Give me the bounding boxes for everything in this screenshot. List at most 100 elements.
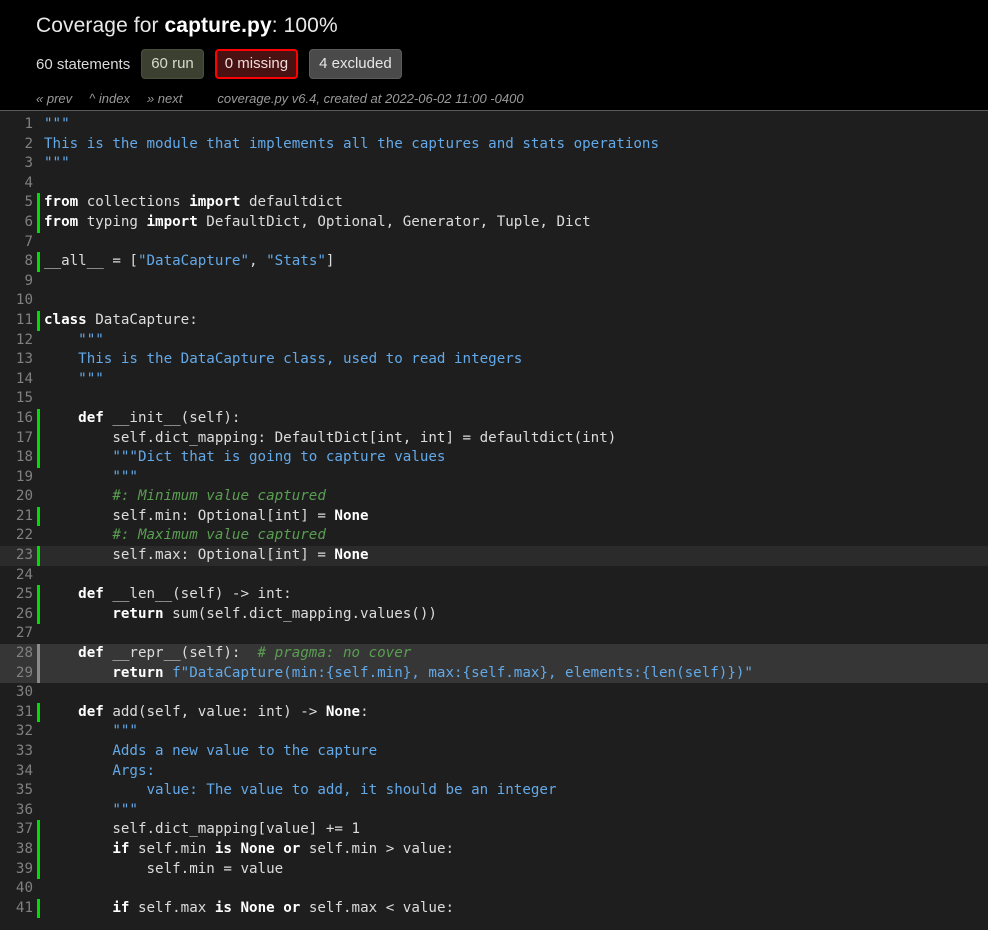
line-number[interactable]: 21 [0, 507, 33, 527]
line-number[interactable]: 32 [0, 722, 33, 742]
source-line[interactable]: 28 def __repr__(self): # pragma: no cove… [0, 644, 988, 664]
source-line[interactable]: 27 [0, 624, 988, 644]
code-token: """ [112, 468, 138, 485]
nav-prev-link[interactable]: « prev [36, 91, 72, 106]
source-line[interactable]: 19 """ [0, 468, 988, 488]
source-line[interactable]: 10 [0, 291, 988, 311]
source-line[interactable]: 22 #: Maximum value captured [0, 526, 988, 546]
source-line[interactable]: 17 self.dict_mapping: DefaultDict[int, i… [0, 428, 988, 449]
source-line[interactable]: 21 self.min: Optional[int] = None [0, 506, 988, 527]
run-badge[interactable]: 60 run [141, 49, 204, 79]
line-number[interactable]: 22 [0, 526, 33, 546]
source-line[interactable]: 38 if self.min is None or self.min > val… [0, 839, 988, 860]
line-number[interactable]: 27 [0, 624, 33, 644]
line-number[interactable]: 39 [0, 860, 33, 880]
source-line[interactable]: 15 [0, 389, 988, 409]
line-number[interactable]: 20 [0, 487, 33, 507]
line-number[interactable]: 29 [0, 664, 33, 684]
line-number[interactable]: 24 [0, 566, 33, 586]
line-number[interactable]: 16 [0, 409, 33, 429]
source-line[interactable]: 24 [0, 566, 988, 586]
line-number[interactable]: 31 [0, 703, 33, 723]
source-line[interactable]: 26 return sum(self.dict_mapping.values()… [0, 604, 988, 625]
source-line[interactable]: 32 """ [0, 722, 988, 742]
source-line[interactable]: 41 if self.max is None or self.max < val… [0, 898, 988, 919]
source-line[interactable]: 25 def __len__(self) -> int: [0, 585, 988, 605]
code-token: from [44, 213, 79, 230]
source-line[interactable]: 30 [0, 683, 988, 703]
nav-next-link[interactable]: » next [147, 91, 182, 106]
line-number[interactable]: 1 [0, 115, 33, 135]
source-line[interactable]: 14 """ [0, 370, 988, 390]
line-number[interactable]: 11 [0, 311, 33, 331]
line-number[interactable]: 36 [0, 801, 33, 821]
source-line[interactable]: 33 Adds a new value to the capture [0, 742, 988, 762]
source-line[interactable]: 35 value: The value to add, it should be… [0, 781, 988, 801]
source-line[interactable]: 18 """Dict that is going to capture valu… [0, 448, 988, 468]
source-line[interactable]: 11 class DataCapture: [0, 310, 988, 331]
excluded-badge[interactable]: 4 excluded [309, 49, 402, 79]
source-line[interactable]: 34 Args: [0, 762, 988, 782]
line-number[interactable]: 26 [0, 605, 33, 625]
line-number[interactable]: 7 [0, 233, 33, 253]
source-line[interactable]: 9 [0, 272, 988, 292]
line-code: """ [40, 468, 988, 488]
line-number[interactable]: 33 [0, 742, 33, 762]
line-number[interactable]: 35 [0, 781, 33, 801]
line-number[interactable]: 12 [0, 331, 33, 351]
line-number[interactable]: 40 [0, 879, 33, 899]
line-number[interactable]: 13 [0, 350, 33, 370]
line-number[interactable]: 15 [0, 389, 33, 409]
source-line[interactable]: 12 """ [0, 331, 988, 351]
code-token: None [325, 703, 361, 720]
source-line[interactable]: 7 [0, 233, 988, 253]
code-token: # pragma: no cover [257, 645, 412, 662]
missing-badge[interactable]: 0 missing [214, 49, 299, 79]
line-number[interactable]: 38 [0, 840, 33, 860]
source-line[interactable]: 40 [0, 879, 988, 899]
line-number[interactable]: 2 [0, 135, 33, 155]
source-line[interactable]: 2 This is the module that implements all … [0, 135, 988, 155]
source-line[interactable]: 4 [0, 174, 988, 194]
line-number[interactable]: 23 [0, 546, 33, 566]
source-line[interactable]: 37 self.dict_mapping[value] += 1 [0, 820, 988, 840]
line-number[interactable]: 18 [0, 448, 33, 468]
source-line[interactable]: 3 """ [0, 154, 988, 174]
line-code: """ [40, 154, 988, 174]
line-number[interactable]: 5 [0, 193, 33, 213]
line-number[interactable]: 30 [0, 683, 33, 703]
line-number[interactable]: 25 [0, 585, 33, 605]
source-line[interactable]: 6 from typing import DefaultDict, Optiona… [0, 212, 988, 233]
line-number[interactable]: 14 [0, 370, 33, 390]
line-number[interactable]: 10 [0, 291, 33, 311]
code-token: def [78, 645, 104, 662]
line-number[interactable]: 19 [0, 468, 33, 488]
line-number[interactable]: 41 [0, 899, 33, 919]
line-number[interactable]: 6 [0, 213, 33, 233]
source-line[interactable]: 1 """ [0, 115, 988, 135]
source-line[interactable]: 20 #: Minimum value captured [0, 487, 988, 507]
source-line[interactable]: 16 def __init__(self): [0, 408, 988, 429]
line-number[interactable]: 37 [0, 820, 33, 840]
source-line[interactable]: 39 self.min = value [0, 859, 988, 880]
source-line[interactable]: 5 from collections import defaultdict [0, 193, 988, 213]
line-number[interactable]: 8 [0, 252, 33, 272]
line-number[interactable]: 9 [0, 272, 33, 292]
line-number[interactable]: 34 [0, 762, 33, 782]
nav-index-link[interactable]: ^ index [89, 91, 130, 106]
source-line[interactable]: 23 self.max: Optional[int] = None [0, 546, 988, 566]
line-number[interactable]: 17 [0, 429, 33, 449]
source-line[interactable]: 13 This is the DataCapture class, used t… [0, 350, 988, 370]
line-number[interactable]: 4 [0, 174, 33, 194]
source-line[interactable]: 36 """ [0, 801, 988, 821]
source-line[interactable]: 8 __all__ = ["DataCapture", "Stats"] [0, 252, 988, 272]
line-number[interactable]: 3 [0, 154, 33, 174]
line-code: """ [40, 801, 988, 821]
line-code: This is the module that implements all t… [40, 135, 988, 155]
line-number[interactable]: 28 [0, 644, 33, 664]
source-line[interactable]: 31 def add(self, value: int) -> None: [0, 702, 988, 723]
source-line[interactable]: 29 return f"DataCapture(min:{self.min}, … [0, 663, 988, 684]
